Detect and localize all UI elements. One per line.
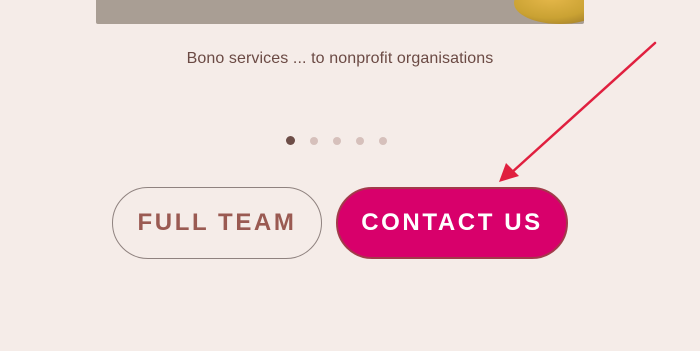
annotation-arrow-icon [499, 41, 657, 182]
arrow-shaft [508, 41, 657, 176]
arrow-head [499, 163, 519, 182]
